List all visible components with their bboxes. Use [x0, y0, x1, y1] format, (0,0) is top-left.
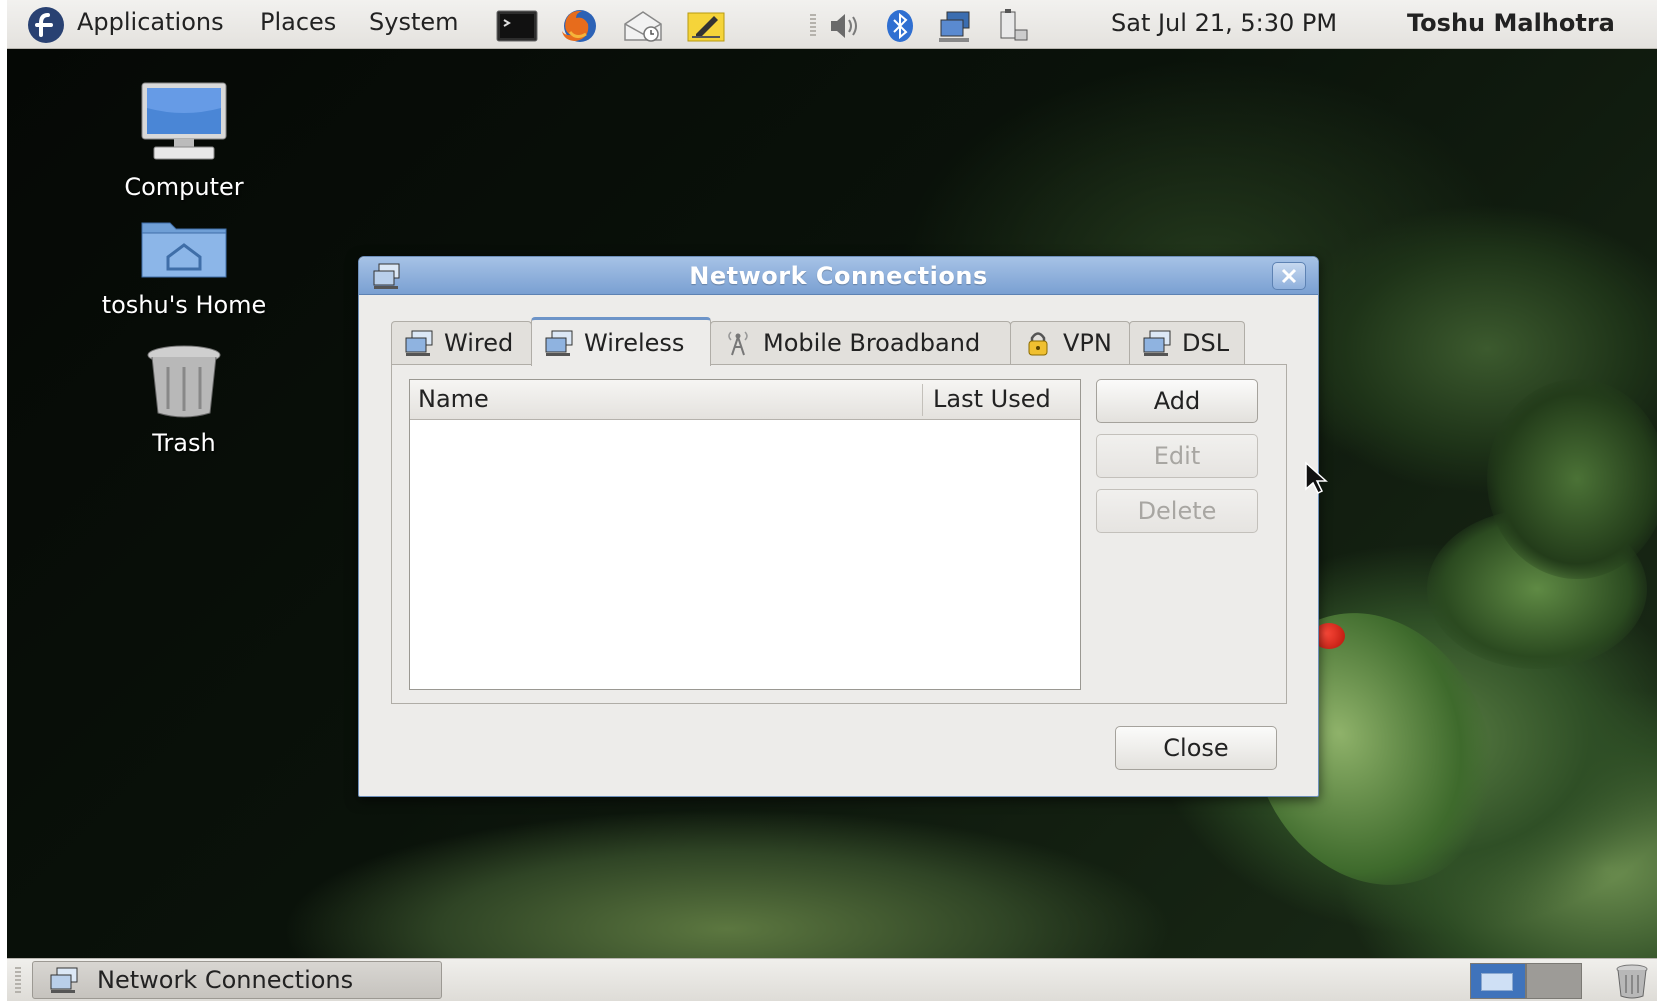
terminal-launcher-icon[interactable] [495, 8, 539, 44]
column-header-last-used[interactable]: Last Used [933, 385, 1051, 413]
menu-applications[interactable]: Applications [77, 8, 224, 36]
tab-vpn[interactable]: VPN [1010, 321, 1130, 364]
clock[interactable]: Sat Jul 21, 5:30 PM [1111, 9, 1337, 37]
top-panel: Applications Places System Sat Jul 21, 5… [7, 0, 1657, 49]
column-header-name[interactable]: Name [418, 385, 489, 413]
network-icon [545, 330, 573, 356]
trash-applet-icon[interactable] [1615, 963, 1649, 999]
tab-mobile-broadband[interactable]: Mobile Broadband [710, 321, 1011, 364]
bottom-panel: Network Connections [7, 958, 1657, 1001]
delete-button[interactable]: Delete [1096, 489, 1258, 533]
connections-list[interactable]: Name Last Used [409, 379, 1081, 690]
tab-label: Wired [444, 329, 514, 357]
panel-drag-handle[interactable] [810, 14, 816, 38]
volume-icon[interactable] [825, 8, 861, 44]
tab-wired[interactable]: Wired [391, 321, 532, 364]
panel-drag-handle[interactable] [15, 967, 21, 995]
desktop-icon-home[interactable]: toshu's Home [89, 217, 279, 319]
dialog-title: Network Connections [689, 262, 988, 290]
network-manager-icon[interactable] [937, 8, 973, 44]
antenna-icon [728, 331, 748, 356]
workspace-1[interactable] [1470, 963, 1526, 999]
tab-label: Mobile Broadband [763, 329, 981, 357]
bluetooth-icon[interactable] [882, 8, 918, 44]
mail-launcher-icon[interactable] [621, 8, 665, 44]
desktop-icon-trash[interactable]: Trash [89, 345, 279, 457]
taskbar-network-connections[interactable]: Network Connections [32, 961, 442, 999]
desktop-icon-computer[interactable]: Computer [89, 81, 279, 201]
tab-wireless[interactable]: Wireless [531, 317, 711, 366]
desktop-icon-label: Trash [152, 429, 216, 457]
fedora-logo-icon[interactable] [24, 6, 68, 44]
network-connections-dialog: Network Connections Wired Wireless Mobil… [358, 256, 1319, 797]
tab-label: VPN [1063, 329, 1112, 357]
firefox-launcher-icon[interactable] [558, 8, 602, 44]
add-button[interactable]: Add [1096, 379, 1258, 423]
desktop-icon-label: toshu's Home [101, 291, 267, 319]
leaf-decoration [1487, 379, 1657, 579]
home-folder-icon [141, 222, 227, 278]
desktop-icon-label: Computer [124, 173, 244, 201]
lock-icon [1028, 332, 1048, 356]
network-icon [405, 330, 433, 356]
dialog-titlebar[interactable]: Network Connections [359, 257, 1318, 295]
edit-button[interactable]: Edit [1096, 434, 1258, 478]
menu-system[interactable]: System [369, 8, 459, 36]
window-close-button[interactable] [1272, 262, 1306, 290]
trash-icon [147, 345, 221, 418]
network-icon [1143, 330, 1171, 356]
column-separator[interactable] [922, 384, 923, 416]
tab-label: Wireless [584, 329, 685, 357]
network-connections-icon [50, 967, 78, 993]
workspace-window-preview [1481, 973, 1513, 991]
battery-power-icon[interactable] [995, 8, 1031, 44]
tab-dsl[interactable]: DSL [1129, 321, 1245, 364]
text-editor-launcher-icon[interactable] [684, 8, 728, 44]
mouse-cursor-icon [1305, 461, 1328, 495]
wireless-tab-panel: Name Last Used Add Edit Delete [391, 364, 1287, 704]
workspace-2[interactable] [1526, 963, 1582, 999]
computer-icon [141, 82, 227, 160]
taskbar-label: Network Connections [97, 966, 354, 994]
tab-label: DSL [1182, 329, 1230, 357]
close-icon [1281, 268, 1297, 284]
list-header: Name Last Used [410, 380, 1080, 420]
user-switcher[interactable]: Toshu Malhotra [1407, 9, 1615, 37]
close-button[interactable]: Close [1115, 726, 1277, 770]
menu-places[interactable]: Places [260, 8, 336, 36]
